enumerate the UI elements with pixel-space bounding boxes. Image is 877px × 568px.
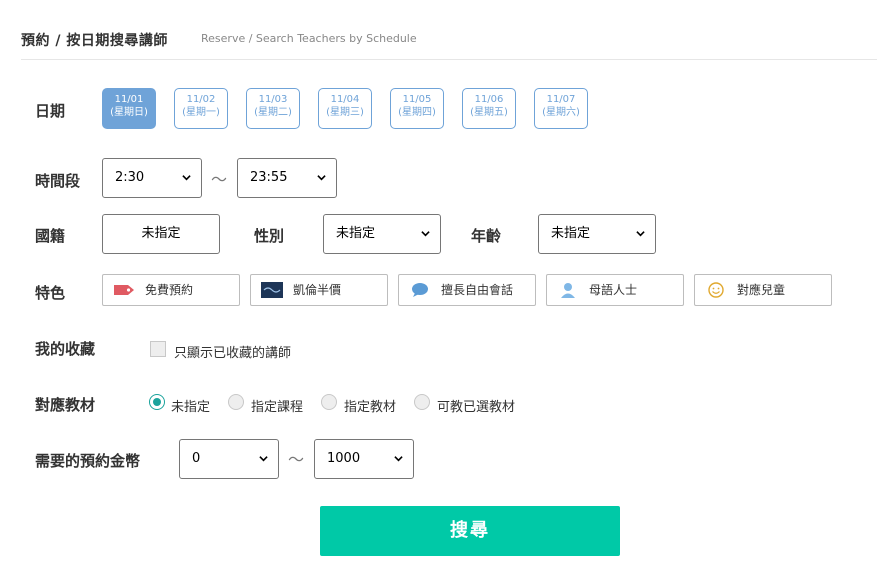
nationality-value: 未指定 (141, 226, 181, 241)
date-button[interactable]: 11/06 (星期五) (462, 88, 516, 129)
material-radio-course[interactable] (228, 394, 244, 410)
date-button[interactable]: 11/01 (星期日) (102, 88, 156, 129)
banner-icon (261, 282, 283, 298)
gender-select[interactable]: 未指定 (323, 214, 441, 254)
date-text: 11/01 (114, 94, 144, 105)
material-option-label[interactable]: 可教已選教材 (437, 396, 515, 415)
feature-label: 凱倫半價 (293, 283, 342, 297)
age-label: 年齡 (471, 227, 502, 245)
time-start-select[interactable]: 2:30 (102, 158, 202, 198)
feature-label: 母語人士 (589, 283, 638, 297)
chevron-down-icon (317, 175, 326, 181)
weekday-text: (星期二) (254, 107, 292, 118)
feature-label: 擅長自由會話 (441, 283, 514, 297)
time-end-select[interactable]: 23:55 (237, 158, 337, 198)
material-option-label[interactable]: 指定課程 (251, 396, 303, 415)
favorites-label: 我的收藏 (35, 340, 96, 358)
material-option-label[interactable]: 未指定 (171, 396, 210, 415)
nationality-label: 國籍 (35, 227, 66, 245)
time-separator: ～ (211, 170, 228, 189)
points-label: 需要的預約金幣 (35, 452, 141, 470)
date-text: 11/05 (402, 94, 432, 105)
time-label: 時間段 (35, 172, 81, 190)
points-max-value: 1000 (327, 451, 361, 466)
date-button[interactable]: 11/07 (星期六) (534, 88, 588, 129)
material-radio-unspecified[interactable] (149, 394, 165, 410)
weekday-text: (星期三) (326, 107, 364, 118)
weekday-text: (星期六) (542, 107, 580, 118)
date-button[interactable]: 11/05 (星期四) (390, 88, 444, 129)
feature-half-price[interactable]: 凱倫半價 (250, 274, 388, 306)
feature-free-booking[interactable]: 免費預約 (102, 274, 240, 306)
material-radio-textbook[interactable] (321, 394, 337, 410)
feature-children[interactable]: 對應兒童 (694, 274, 832, 306)
weekday-text: (星期四) (398, 107, 436, 118)
page-title: 預約 / 按日期搜尋講師 (21, 33, 168, 49)
time-end-value: 23:55 (250, 170, 288, 185)
points-separator: ～ (288, 450, 305, 469)
favorites-checkbox-label[interactable]: 只顯示已收藏的講師 (174, 342, 291, 361)
gender-value: 未指定 (336, 226, 376, 241)
page-subtitle: Reserve / Search Teachers by Schedule (201, 32, 417, 45)
date-text: 11/04 (330, 94, 360, 105)
chevron-down-icon (421, 231, 430, 237)
feature-label: 免費預約 (145, 283, 194, 297)
tag-icon (114, 285, 134, 295)
date-text: 11/03 (258, 94, 288, 105)
age-select[interactable]: 未指定 (538, 214, 656, 254)
points-min-select[interactable]: 0 (179, 439, 279, 479)
feature-native-speaker[interactable]: 母語人士 (546, 274, 684, 306)
date-button[interactable]: 11/04 (星期三) (318, 88, 372, 129)
gender-label: 性別 (254, 227, 285, 245)
weekday-text: (星期日) (110, 107, 148, 118)
material-option-label[interactable]: 指定教材 (344, 396, 396, 415)
speech-bubble-icon (412, 283, 428, 297)
date-text: 11/07 (546, 94, 576, 105)
favorites-checkbox[interactable] (150, 341, 166, 357)
points-min-value: 0 (192, 451, 201, 466)
smiley-icon (708, 282, 724, 298)
weekday-text: (星期五) (470, 107, 508, 118)
date-text: 11/06 (474, 94, 504, 105)
date-label: 日期 (35, 102, 66, 120)
chevron-down-icon (394, 456, 403, 462)
chevron-down-icon (636, 231, 645, 237)
materials-label: 對應教材 (35, 396, 96, 414)
weekday-text: (星期一) (182, 107, 220, 118)
person-icon (561, 283, 575, 298)
nationality-selector[interactable]: 未指定 (102, 214, 220, 254)
age-value: 未指定 (551, 226, 591, 241)
time-start-value: 2:30 (115, 170, 145, 185)
chevron-down-icon (182, 175, 191, 181)
header-divider (21, 59, 877, 60)
features-label: 特色 (35, 284, 66, 302)
material-radio-selected-textbook[interactable] (414, 394, 430, 410)
points-max-select[interactable]: 1000 (314, 439, 414, 479)
feature-free-conversation[interactable]: 擅長自由會話 (398, 274, 536, 306)
feature-label: 對應兒童 (737, 283, 786, 297)
search-button[interactable]: 搜尋 (320, 506, 620, 556)
date-button[interactable]: 11/02 (星期一) (174, 88, 228, 129)
date-button[interactable]: 11/03 (星期二) (246, 88, 300, 129)
chevron-down-icon (259, 456, 268, 462)
date-text: 11/02 (186, 94, 216, 105)
